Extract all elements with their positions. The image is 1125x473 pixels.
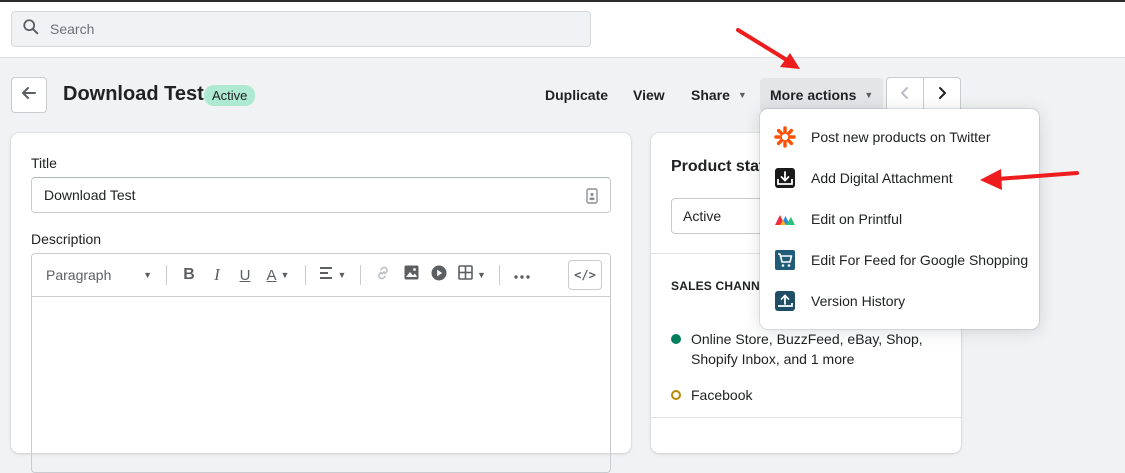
title-value: Download Test <box>44 187 136 203</box>
more-formatting-button[interactable] <box>508 261 536 289</box>
menu-item-version-history[interactable]: Version History <box>760 280 1039 321</box>
sales-channel-label: Facebook <box>691 387 753 403</box>
search-bar[interactable] <box>11 11 591 47</box>
google-shopping-feed-icon <box>773 248 797 272</box>
menu-item-edit-printful[interactable]: Edit on Printful <box>760 198 1039 239</box>
top-bar <box>0 0 1125 58</box>
toolbar-divider <box>360 265 361 285</box>
status-dot-icon <box>671 334 681 344</box>
image-button[interactable] <box>397 261 425 289</box>
paragraph-select[interactable]: Paragraph ▼ <box>46 261 158 289</box>
toolbar-divider <box>166 265 167 285</box>
link-button[interactable] <box>369 261 397 289</box>
back-button[interactable] <box>11 77 47 113</box>
title-field[interactable]: Download Test <box>31 177 611 213</box>
digital-attachment-icon <box>773 166 797 190</box>
toolbar-divider <box>305 265 306 285</box>
caret-down-icon: ▼ <box>337 270 347 280</box>
title-label: Title <box>31 155 57 171</box>
status-badge: Active <box>204 85 256 106</box>
toolbar-divider <box>499 265 500 285</box>
status-value: Active <box>683 208 722 224</box>
share-label: Share <box>691 87 730 103</box>
code-icon: </> <box>574 268 596 282</box>
menu-item-label: Post new products on Twitter <box>811 128 991 145</box>
description-label: Description <box>31 231 102 247</box>
next-button[interactable] <box>923 78 960 112</box>
product-status-heading: Product stat <box>671 158 765 175</box>
video-button[interactable] <box>425 261 453 289</box>
html-code-button[interactable]: </> <box>568 260 602 290</box>
version-history-icon <box>773 289 797 313</box>
menu-item-label: Edit on Printful <box>811 210 903 227</box>
printful-icon <box>773 207 797 231</box>
editor-toolbar: Paragraph ▼ B I U A ▼ ▼ ▼ </> <box>32 254 610 297</box>
chevron-left-icon <box>899 86 911 105</box>
sales-channel-label: Online Store, BuzzFeed, eBay, Shop, Shop… <box>691 331 923 367</box>
section-divider <box>651 417 961 418</box>
underline-button[interactable]: U <box>231 261 259 289</box>
more-horizontal-icon <box>514 266 530 284</box>
arrow-left-icon <box>20 84 38 107</box>
italic-button[interactable]: I <box>203 261 231 289</box>
menu-item-label: Edit For Feed for Google Shopping <box>811 251 1029 268</box>
contact-card-icon <box>586 188 598 207</box>
caret-down-icon: ▼ <box>477 270 486 280</box>
link-icon <box>375 265 391 286</box>
caret-down-icon: ▼ <box>737 90 747 100</box>
chevron-right-icon <box>936 86 948 105</box>
table-button[interactable]: ▼ <box>453 261 491 289</box>
view-label: View <box>633 87 665 103</box>
menu-item-post-twitter[interactable]: Post new products on Twitter <box>760 116 1039 157</box>
product-details-card: Title Download Test Description Paragrap… <box>11 133 631 473</box>
rich-text-editor[interactable]: Paragraph ▼ B I U A ▼ ▼ ▼ </> <box>31 253 611 473</box>
sales-channel-item: Facebook <box>671 385 941 405</box>
more-actions-button[interactable]: More actions ▼ <box>760 78 884 112</box>
zapier-icon <box>773 125 797 149</box>
search-icon <box>22 18 40 41</box>
top-border <box>0 0 1125 2</box>
sales-channel-item: Online Store, BuzzFeed, eBay, Shop, Shop… <box>671 329 941 369</box>
text-color-button[interactable]: A ▼ <box>259 261 297 289</box>
bold-button[interactable]: B <box>175 261 203 289</box>
align-left-icon <box>319 266 334 284</box>
image-icon <box>404 265 419 285</box>
caret-down-icon: ▼ <box>864 90 874 100</box>
previous-button[interactable] <box>887 78 923 112</box>
menu-item-google-shopping-feed[interactable]: Edit For Feed for Google Shopping <box>760 239 1039 280</box>
annotation-arrow-icon <box>980 169 1079 190</box>
menu-item-label: Add Digital Attachment <box>811 169 953 186</box>
status-dot-icon <box>671 390 681 400</box>
caret-down-icon: ▼ <box>143 270 152 280</box>
pagination <box>886 77 961 113</box>
more-actions-label: More actions <box>770 87 857 103</box>
view-button[interactable]: View <box>623 78 675 112</box>
table-icon <box>458 265 473 285</box>
duplicate-button[interactable]: Duplicate <box>535 78 618 112</box>
more-actions-menu: Post new products on Twitter Add Digital… <box>760 109 1039 329</box>
caret-down-icon: ▼ <box>280 270 290 280</box>
paragraph-label: Paragraph <box>46 267 112 283</box>
duplicate-label: Duplicate <box>545 87 609 103</box>
text-color-icon: A <box>266 266 277 284</box>
menu-item-label: Version History <box>811 292 906 309</box>
align-button[interactable]: ▼ <box>314 261 352 289</box>
page-title: Download Test <box>63 83 204 105</box>
play-video-icon <box>431 265 447 286</box>
search-input[interactable] <box>48 20 568 38</box>
annotation-arrow-icon <box>736 28 800 69</box>
share-button[interactable]: Share ▼ <box>681 78 757 112</box>
